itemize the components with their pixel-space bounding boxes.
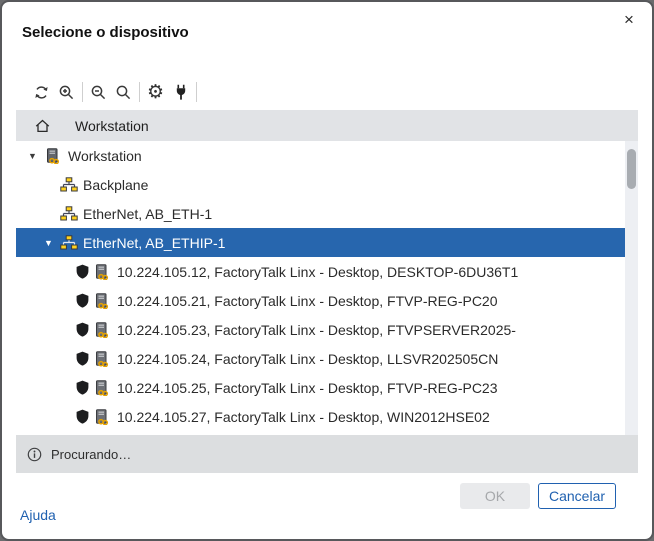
- search-button[interactable]: [111, 80, 136, 105]
- shield-icon: [76, 293, 89, 308]
- tree-item[interactable]: ▼ EtherNet, AB_ETHIP-1: [16, 228, 638, 257]
- zoom-out-button[interactable]: [86, 80, 111, 105]
- zoom-out-icon: [91, 85, 106, 99]
- select-device-dialog: Selecione o dispositivo × ⚙ Workstation …: [0, 0, 654, 541]
- tree-item[interactable]: EtherNet, AB_ETH-1: [16, 199, 638, 228]
- settings-icon: ⚙: [146, 81, 165, 103]
- status-text: Procurando…: [51, 446, 132, 462]
- zoom-in-button[interactable]: [54, 80, 79, 105]
- button-row: OK Cancelar: [2, 483, 616, 509]
- breadcrumb: Workstation: [16, 110, 638, 141]
- toolbar: ⚙: [16, 79, 638, 105]
- expand-arrow-icon[interactable]: ▼: [28, 151, 44, 161]
- tree-item-label: 10.224.105.25, FactoryTalk Linx - Deskto…: [117, 379, 498, 396]
- tree-item-label: 10.224.105.23, FactoryTalk Linx - Deskto…: [117, 321, 516, 338]
- refresh-button[interactable]: [29, 80, 54, 105]
- network-icon: [60, 235, 78, 250]
- scrollbar-thumb[interactable]: [627, 149, 636, 189]
- home-button[interactable]: [34, 118, 51, 134]
- device-icon: [93, 263, 112, 280]
- tree-item[interactable]: ▼ Workstation: [16, 141, 638, 170]
- shield-icon: [76, 322, 89, 337]
- shield-icon: [76, 409, 89, 424]
- device-icon: [93, 379, 112, 396]
- device-icon: [93, 350, 112, 367]
- refresh-icon: [35, 85, 48, 99]
- dialog-header: Selecione o dispositivo ×: [2, 2, 652, 42]
- tree-item[interactable]: [16, 431, 638, 435]
- shield-icon: [76, 264, 89, 279]
- tree-item-label: 10.224.105.21, FactoryTalk Linx - Deskto…: [117, 292, 498, 309]
- tree-item[interactable]: 10.224.105.21, FactoryTalk Linx - Deskto…: [16, 286, 638, 315]
- device-icon: [93, 408, 112, 425]
- tree-item[interactable]: 10.224.105.25, FactoryTalk Linx - Deskto…: [16, 373, 638, 402]
- home-icon: [35, 119, 50, 132]
- tree-item-label: 10.224.105.12, FactoryTalk Linx - Deskto…: [117, 263, 519, 280]
- zoom-in-icon: [59, 85, 74, 99]
- ok-button[interactable]: OK: [460, 483, 530, 509]
- search-icon: [116, 85, 131, 99]
- expand-arrow-icon[interactable]: ▼: [44, 238, 60, 248]
- close-button[interactable]: ×: [619, 10, 639, 30]
- device-tree: ▼ Workstation Backplane EtherNet, AB_ETH…: [16, 141, 638, 435]
- tree-item-label: EtherNet, AB_ETH-1: [83, 205, 213, 222]
- tree-item-label: Workstation: [68, 147, 142, 164]
- cancel-button[interactable]: Cancelar: [538, 483, 616, 509]
- tree-item-label: Backplane: [83, 176, 149, 193]
- info-icon: [27, 447, 42, 461]
- tree-item[interactable]: 10.224.105.12, FactoryTalk Linx - Deskto…: [16, 257, 638, 286]
- tree-item[interactable]: 10.224.105.27, FactoryTalk Linx - Deskto…: [16, 402, 638, 431]
- toolbar-separator: [82, 82, 83, 102]
- tree-item-label: 10.224.105.24, FactoryTalk Linx - Deskto…: [117, 350, 499, 367]
- status-bar: Procurando…: [16, 435, 638, 473]
- shield-icon: [76, 351, 89, 366]
- tree-item-label: 10.224.105.27, FactoryTalk Linx - Deskto…: [117, 408, 490, 425]
- device-icon: [93, 292, 112, 309]
- tree-scrollbar[interactable]: [625, 141, 638, 435]
- workstation-icon: [44, 147, 63, 164]
- tree-item[interactable]: Backplane: [16, 170, 638, 199]
- toolbar-separator: [196, 82, 197, 102]
- network-icon: [60, 206, 78, 221]
- dialog-title: Selecione o dispositivo: [22, 24, 189, 41]
- tree-item[interactable]: 10.224.105.23, FactoryTalk Linx - Deskto…: [16, 315, 638, 344]
- settings-button[interactable]: ⚙: [143, 80, 168, 105]
- device-icon: [93, 321, 112, 338]
- tree-item[interactable]: 10.224.105.24, FactoryTalk Linx - Deskto…: [16, 344, 638, 373]
- tree-item-label: EtherNet, AB_ETHIP-1: [83, 234, 226, 251]
- toolbar-separator: [139, 82, 140, 102]
- close-icon: ×: [624, 10, 634, 29]
- shield-icon: [76, 380, 89, 395]
- network-icon: [60, 177, 78, 192]
- help-link[interactable]: Ajuda: [20, 507, 56, 523]
- dialog-footer: OK Cancelar Ajuda: [2, 473, 652, 539]
- breadcrumb-label: Workstation: [75, 117, 149, 134]
- plug-icon: [176, 84, 185, 100]
- plug-button[interactable]: [168, 80, 193, 105]
